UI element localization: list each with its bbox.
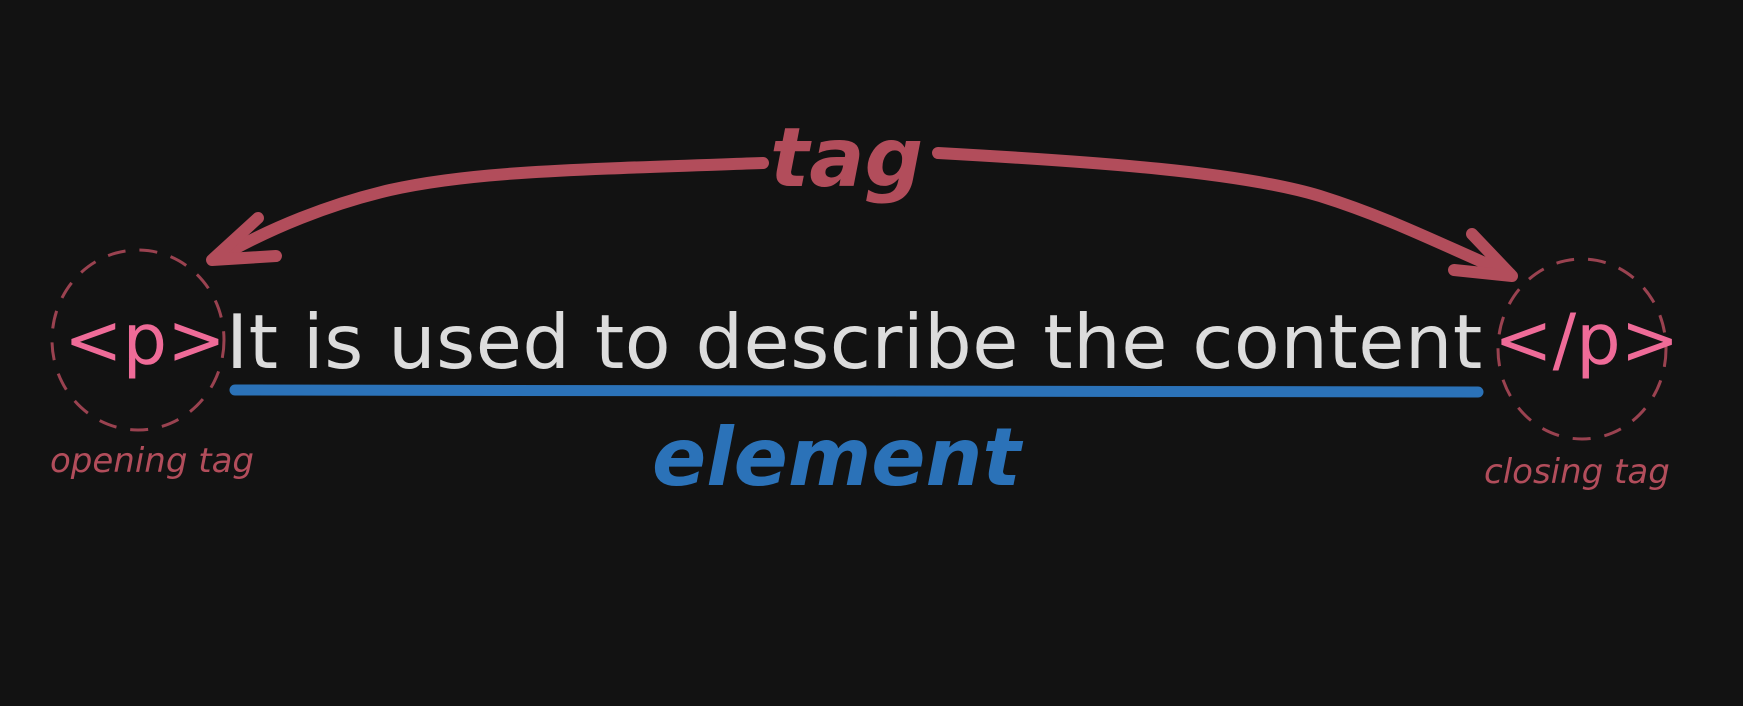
tag-arrow-left bbox=[212, 157, 769, 264]
tag-label: tag bbox=[770, 111, 924, 206]
closing-tag-code: </p> bbox=[1494, 299, 1680, 381]
element-label: element bbox=[652, 411, 1021, 504]
diagram-canvas: tag <p> It is used to describe the conte… bbox=[0, 0, 1743, 706]
tag-arrow-right bbox=[932, 147, 1516, 280]
content-text: It is used to describe the content bbox=[226, 298, 1483, 386]
closing-tag-caption: closing tag bbox=[1484, 452, 1670, 492]
element-underline bbox=[229, 384, 1484, 399]
opening-tag-code: <p> bbox=[64, 299, 226, 381]
opening-tag-caption: opening tag bbox=[50, 441, 254, 481]
